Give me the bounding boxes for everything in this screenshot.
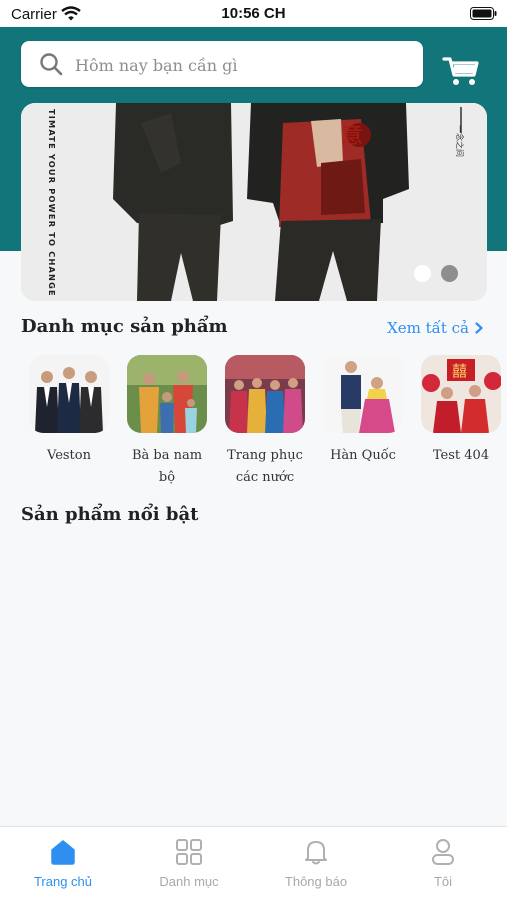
featured-title: Sản phẩm nổi bật: [21, 504, 199, 525]
tab-categories[interactable]: Danh mục: [126, 827, 252, 901]
chevron-right-icon: [475, 322, 483, 334]
home-icon: [51, 840, 75, 865]
search-input[interactable]: [73, 49, 407, 81]
category-list: Veston Bà ba nam bộ Trang phục các nước …: [0, 355, 507, 495]
svg-text:一念之间: 一念之间: [455, 125, 465, 157]
grid-icon: [176, 839, 202, 865]
user-icon: [432, 839, 454, 865]
category-label: Trang phục các nước: [227, 448, 303, 485]
carousel-dot-1[interactable]: [414, 265, 431, 282]
tab-label: Tôi: [433, 874, 453, 889]
tab-home[interactable]: Trang chủ: [0, 827, 126, 901]
search-bar[interactable]: [21, 41, 423, 87]
see-all-link[interactable]: Xem tất cả: [387, 319, 483, 337]
cart-icon[interactable]: [441, 53, 481, 87]
category-thumbnail: [225, 355, 305, 433]
category-label: Test 404: [432, 448, 490, 463]
status-bar: Carrier 10:56 CH: [0, 0, 507, 27]
tab-notifications[interactable]: Thông báo: [253, 827, 379, 901]
carousel-dot-2[interactable]: [441, 265, 458, 282]
category-item-veston[interactable]: Veston: [26, 355, 112, 467]
tab-profile[interactable]: Tôi: [380, 827, 506, 901]
category-label: Bà ba nam bộ: [131, 448, 203, 485]
category-thumbnail: [323, 355, 403, 433]
tab-label: Danh mục: [159, 874, 219, 889]
search-icon: [40, 53, 63, 76]
battery-icon: [470, 7, 497, 20]
svg-text:意: 意: [341, 124, 363, 149]
banner-vertical-text: TIMATE YOUR POWER TO CHANGE YOURSELF: [47, 109, 57, 301]
category-item-trang-phuc-cac-nuoc[interactable]: Trang phục các nước: [222, 355, 308, 489]
category-item-ba-ba-nam-bo[interactable]: Bà ba nam bộ: [124, 355, 210, 489]
svg-text:囍: 囍: [452, 362, 467, 380]
categories-title: Danh mục sản phẩm: [21, 316, 228, 337]
bottom-tab-bar: Trang chủ Danh mục Thông báo Tôi: [0, 826, 507, 901]
clock: 10:56 CH: [221, 5, 286, 22]
category-label: Hàn Quốc: [330, 448, 396, 463]
bell-icon: [305, 841, 327, 865]
tab-label: Thông báo: [284, 874, 348, 889]
category-thumbnail: [29, 355, 109, 433]
category-label: Veston: [47, 448, 91, 463]
category-thumbnail: [127, 355, 207, 433]
category-item-test-404[interactable]: 囍 Test 404: [418, 355, 504, 467]
tab-label: Trang chủ: [33, 874, 93, 889]
category-item-han-quoc[interactable]: Hàn Quốc: [320, 355, 406, 467]
see-all-label: Xem tất cả: [387, 319, 469, 337]
category-thumbnail: 囍: [421, 355, 501, 433]
